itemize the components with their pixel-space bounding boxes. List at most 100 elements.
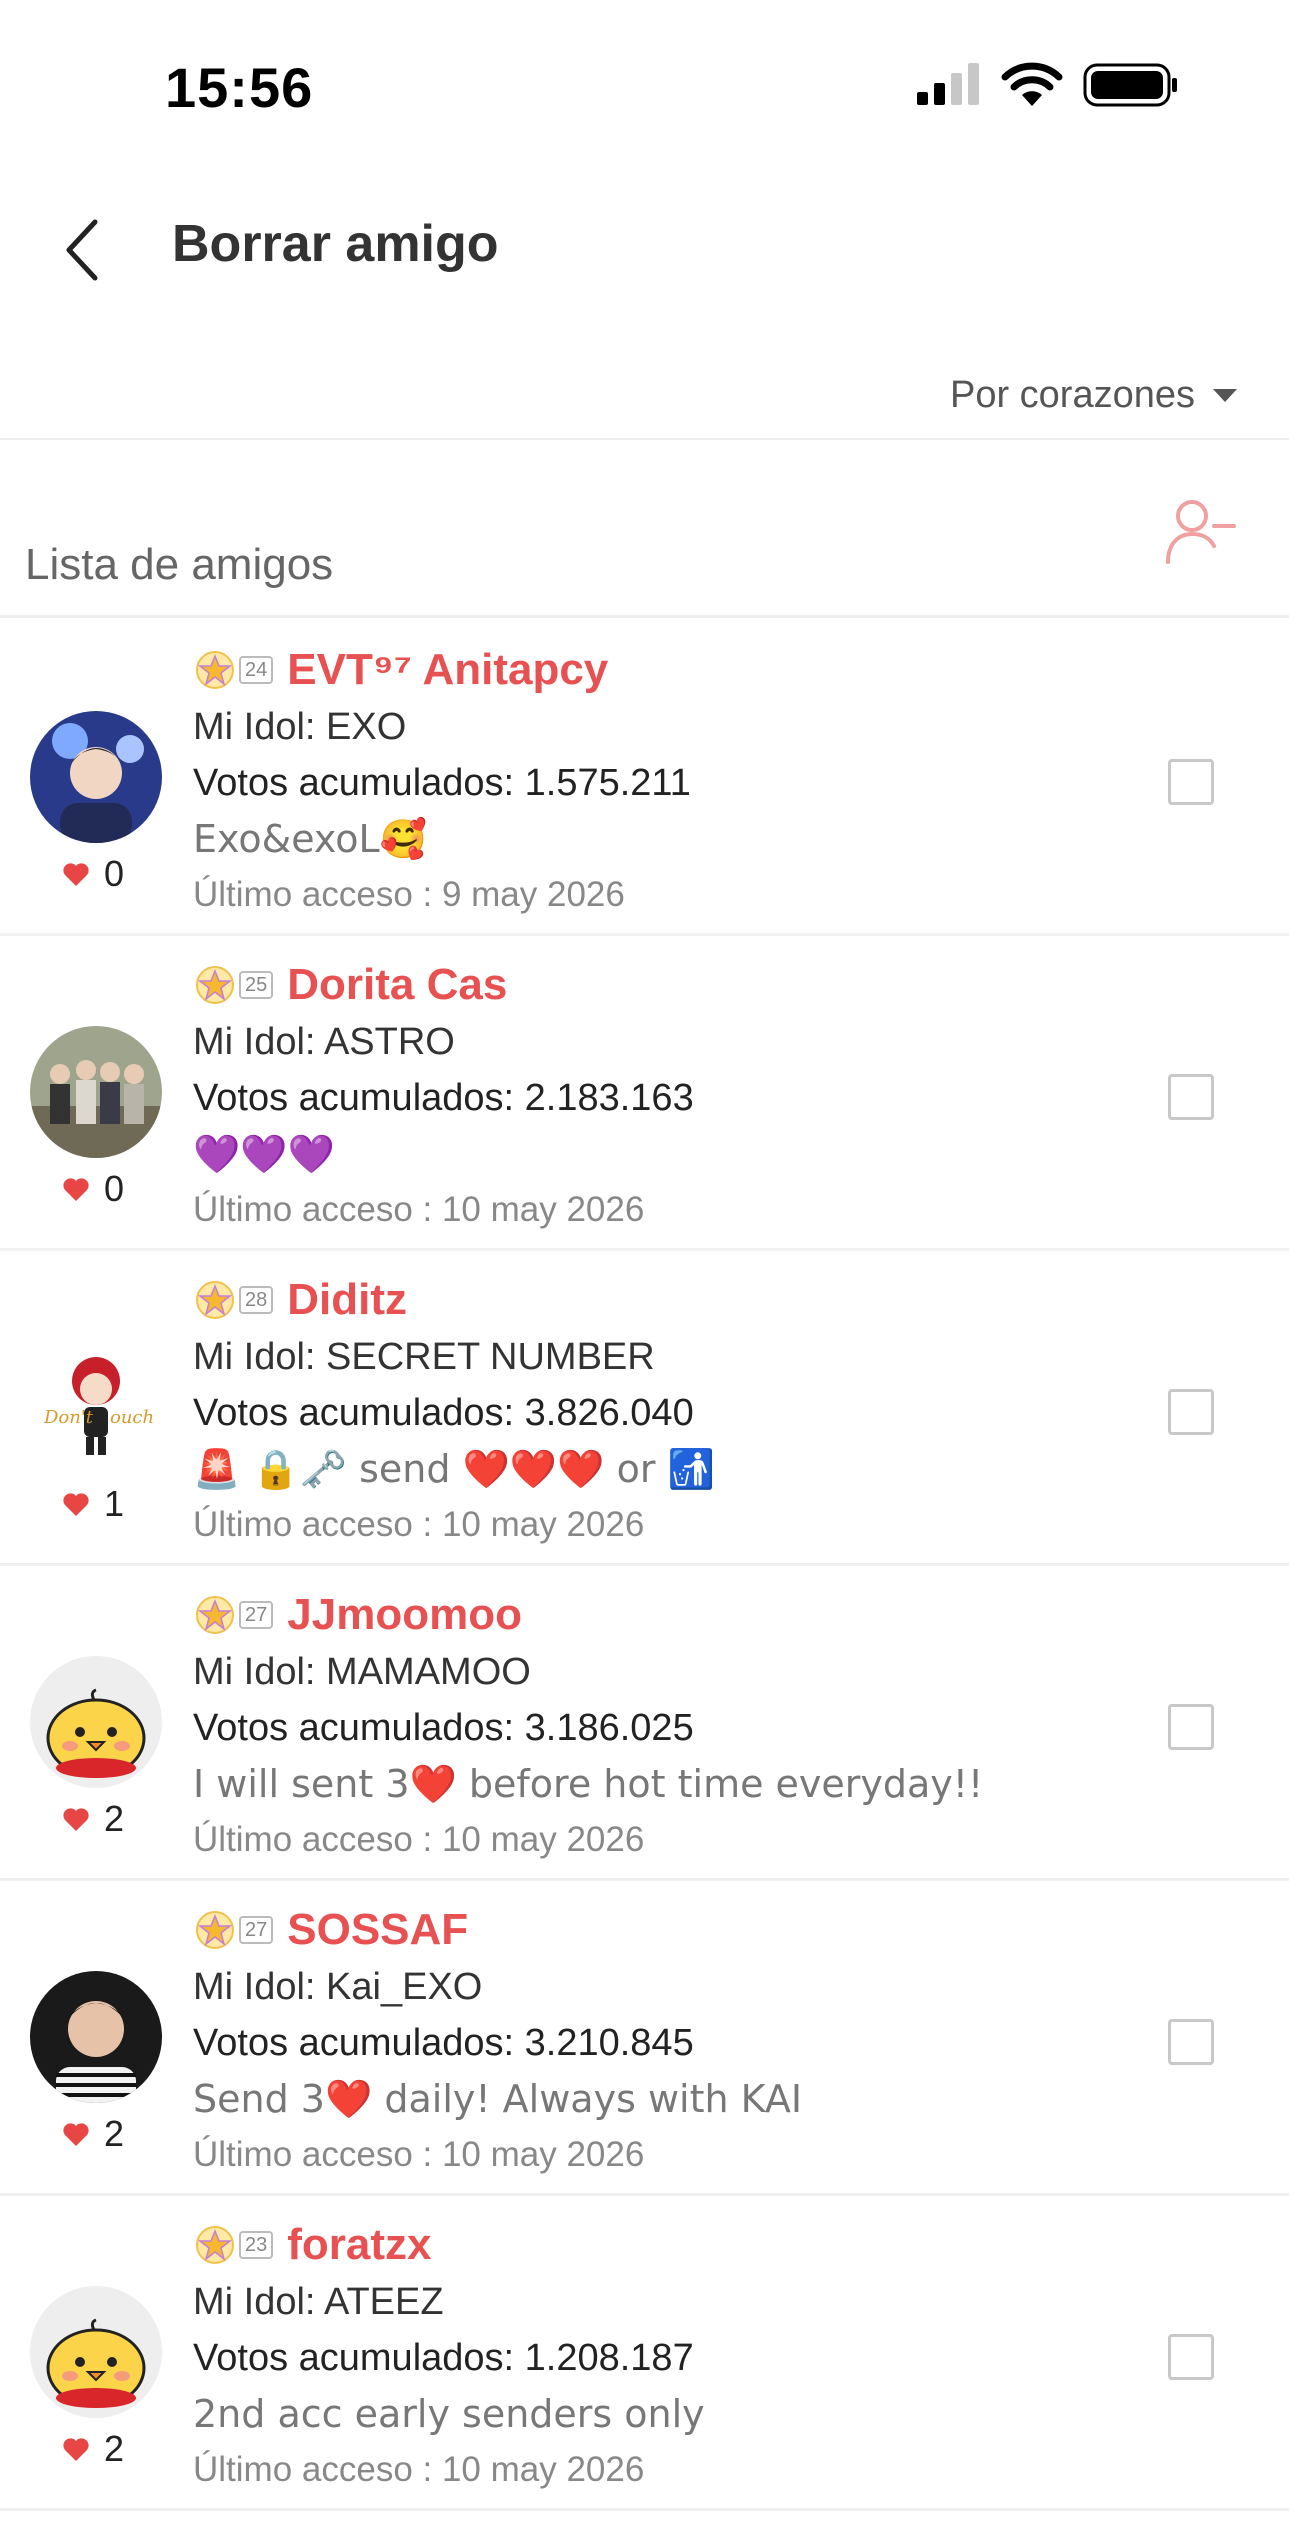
friend-row-4[interactable]: 2 27 JJmoomoo Mi Idol: MAMAMOO Votos acu… [0, 1566, 1289, 1881]
friend-row-1[interactable]: 0 24 EVT⁹⁷ Anitapcy Mi Idol: EXO Votos a… [0, 621, 1289, 936]
heart-count: 1 [104, 1483, 125, 1524]
avatar[interactable]: Don't ouch [30, 1341, 162, 1473]
select-checkbox[interactable] [1168, 1389, 1214, 1435]
select-checkbox[interactable] [1168, 759, 1214, 805]
name-line: 28 Diditz [193, 1271, 1143, 1329]
idol-line: Mi Idol: ATEEZ [193, 2281, 444, 2323]
svg-text:Don't: Don't [43, 1407, 94, 1428]
idol-line: Mi Idol: SECRET NUMBER [193, 1336, 655, 1378]
heart-icon [63, 1178, 89, 1201]
friend-info: 27 JJmoomoo Mi Idol: MAMAMOO Votos acumu… [193, 1586, 1143, 1868]
caret-down-icon [1213, 389, 1237, 402]
friend-row-5[interactable]: 2 27 SOSSAF Mi Idol: Kai_EXO Votos acumu… [0, 1881, 1289, 2196]
select-checkbox[interactable] [1168, 2334, 1214, 2380]
level-number: 27 [239, 1601, 274, 1629]
select-checkbox[interactable] [1168, 2019, 1214, 2065]
last-access: Último acceso : 10 may 2026 [193, 1820, 645, 1859]
status-time: 15:56 [165, 56, 314, 119]
friend-name[interactable]: Diditz [287, 1275, 407, 1325]
section-title: Lista de amigos [25, 540, 334, 589]
sort-row: Por corazones [0, 360, 1289, 440]
idol-line: Mi Idol: EXO [193, 706, 407, 748]
level-number: 28 [239, 1286, 274, 1314]
friend-info: 27 SOSSAF Mi Idol: Kai_EXO Votos acumula… [193, 1901, 1143, 2183]
votes-line: Votos acumulados: 1.575.211 [193, 762, 691, 804]
idol-line: Mi Idol: ASTRO [193, 1021, 455, 1063]
sort-label: Por corazones [949, 374, 1195, 416]
friend-name[interactable]: foratzx [287, 2220, 431, 2270]
idol-line: Mi Idol: Kai_EXO [193, 1966, 483, 2008]
name-line: 23 foratzx [193, 2216, 1143, 2274]
heart-count: 2 [104, 2428, 125, 2469]
heart-icon [63, 863, 89, 886]
heart-icon [63, 1493, 89, 1516]
last-access: Último acceso : 10 may 2026 [193, 2135, 645, 2174]
friend-name[interactable]: EVT⁹⁷ Anitapcy [287, 645, 608, 695]
avatar[interactable] [30, 711, 162, 843]
friend-name[interactable]: SOSSAF [287, 1905, 468, 1955]
level-badge: 23 [193, 2223, 274, 2267]
cellular-signal-icon [917, 63, 979, 105]
hearts-received: 0 [62, 1168, 124, 1210]
status-message: 2nd acc early senders only [193, 2392, 705, 2436]
battery-icon [1083, 63, 1177, 107]
back-icon[interactable] [55, 210, 115, 290]
status-bar: 15:56 [0, 0, 1289, 150]
level-star-icon [196, 966, 234, 1004]
level-badge: 24 [193, 648, 274, 692]
nav-bar: Borrar amigo [0, 180, 1289, 310]
last-access: Último acceso : 9 may 2026 [193, 875, 625, 914]
votes-line: Votos acumulados: 1.208.187 [193, 2337, 694, 2379]
friend-row-2[interactable]: 0 25 Dorita Cas Mi Idol: ASTRO Votos acu… [0, 936, 1289, 1251]
level-star-icon [196, 2226, 234, 2264]
status-message: I will sent 3❤️ before hot time everyday… [193, 1762, 984, 1806]
level-star-icon [196, 1281, 234, 1319]
level-number: 25 [239, 971, 274, 999]
votes-line: Votos acumulados: 3.186.025 [193, 1707, 694, 1749]
status-message: 💜💜💜 [193, 1132, 335, 1176]
svg-text:ouch: ouch [110, 1407, 154, 1428]
heart-icon [63, 2438, 89, 2461]
avatar[interactable] [30, 2286, 162, 2418]
last-access: Último acceso : 10 may 2026 [193, 1190, 645, 1229]
sort-dropdown[interactable]: Por corazones [950, 374, 1237, 417]
hearts-received: 2 [62, 2113, 124, 2155]
level-badge: 27 [193, 1593, 274, 1637]
friend-row-3[interactable]: Don't ouch 1 28 Diditz Mi Idol: SECRET N… [0, 1251, 1289, 1566]
name-line: 25 Dorita Cas [193, 956, 1143, 1014]
friend-row-6[interactable]: 2 23 foratzx Mi Idol: ATEEZ Votos acumul… [0, 2196, 1289, 2511]
level-badge: 25 [193, 963, 274, 1007]
name-line: 27 JJmoomoo [193, 1586, 1143, 1644]
remove-friend-icon[interactable] [1162, 496, 1236, 566]
friend-info: 25 Dorita Cas Mi Idol: ASTRO Votos acumu… [193, 956, 1143, 1238]
heart-count: 0 [104, 1168, 125, 1209]
friend-name[interactable]: JJmoomoo [287, 1590, 522, 1640]
friend-name[interactable]: Dorita Cas [287, 960, 507, 1010]
level-star-icon [196, 1596, 234, 1634]
last-access: Último acceso : 10 may 2026 [193, 2450, 645, 2489]
select-checkbox[interactable] [1168, 1074, 1214, 1120]
level-number: 23 [239, 2231, 274, 2259]
friend-list: 0 24 EVT⁹⁷ Anitapcy Mi Idol: EXO Votos a… [0, 621, 1289, 2511]
hearts-received: 0 [62, 853, 124, 895]
hearts-received: 2 [62, 2428, 124, 2470]
wifi-icon [1001, 62, 1063, 106]
select-checkbox[interactable] [1168, 1704, 1214, 1750]
avatar[interactable] [30, 1656, 162, 1788]
votes-line: Votos acumulados: 3.826.040 [193, 1392, 694, 1434]
votes-line: Votos acumulados: 3.210.845 [193, 2022, 694, 2064]
heart-icon [63, 2123, 89, 2146]
level-star-icon [196, 651, 234, 689]
friend-info: 23 foratzx Mi Idol: ATEEZ Votos acumulad… [193, 2216, 1143, 2498]
last-access: Último acceso : 10 may 2026 [193, 1505, 645, 1544]
avatar[interactable] [30, 1026, 162, 1158]
idol-line: Mi Idol: MAMAMOO [193, 1651, 531, 1693]
friend-info: 28 Diditz Mi Idol: SECRET NUMBER Votos a… [193, 1271, 1143, 1553]
friend-info: 24 EVT⁹⁷ Anitapcy Mi Idol: EXO Votos acu… [193, 641, 1143, 923]
votes-line: Votos acumulados: 2.183.163 [193, 1077, 694, 1119]
heart-icon [63, 1808, 89, 1831]
hearts-received: 1 [62, 1483, 124, 1525]
heart-count: 2 [104, 1798, 125, 1839]
heart-count: 2 [104, 2113, 125, 2154]
avatar[interactable] [30, 1971, 162, 2103]
